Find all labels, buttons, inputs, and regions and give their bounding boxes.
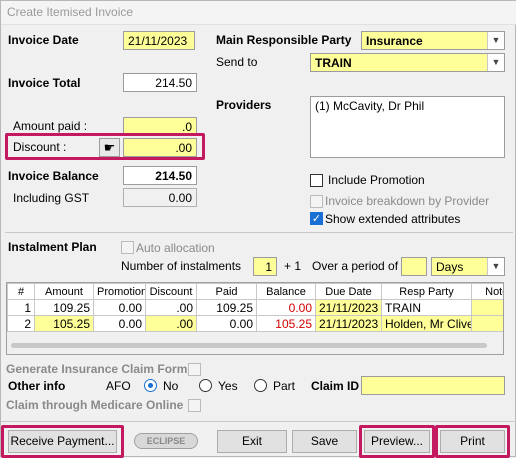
num-instalments-field[interactable]: 1 <box>253 257 277 276</box>
table-row[interactable]: 1 109.25 0.00 .00 109.25 0.00 21/11/2023… <box>7 299 503 316</box>
gen-claim-label: Generate Insurance Claim Form <box>6 362 188 376</box>
cell[interactable]: .00 <box>145 299 197 316</box>
col-header[interactable]: Promotion <box>93 283 146 300</box>
cell[interactable]: TRAIN <box>381 299 472 316</box>
amount-paid-label: Amount paid : <box>13 119 88 133</box>
plus-one-label: + 1 <box>284 259 302 273</box>
cell[interactable]: 109.25 <box>196 299 257 316</box>
chevron-down-icon[interactable]: ▼ <box>487 258 504 275</box>
period-label: Over a period of <box>312 259 399 273</box>
other-info-label: Other info <box>8 379 66 393</box>
col-header[interactable]: # <box>7 283 35 300</box>
exit-button[interactable]: Exit <box>217 430 287 453</box>
cell[interactable]: 105.25 <box>34 315 94 332</box>
instalment-plan-title: Instalment Plan <box>8 240 97 254</box>
invoice-breakdown-label: Invoice breakdown by Provider <box>325 194 490 208</box>
medicare-checkbox[interactable] <box>188 399 201 412</box>
invoice-total-field[interactable]: 214.50 <box>123 73 197 92</box>
window-title: Create Itemised Invoice <box>1 1 516 25</box>
discount-label: Discount : <box>13 140 67 154</box>
afo-yes-radio[interactable] <box>199 379 212 392</box>
period-field[interactable] <box>401 257 427 276</box>
period-unit-select[interactable]: Days ▼ <box>431 257 505 276</box>
cell[interactable]: Holden, Mr Clive <box>381 315 472 332</box>
afo-part-label: Part <box>273 379 296 393</box>
cell[interactable]: 105.25 <box>256 315 316 332</box>
instalment-table: # Amount Promotion Discount Paid Balance… <box>7 283 503 332</box>
cell[interactable]: 1 <box>7 299 35 316</box>
providers-label: Providers <box>216 98 272 112</box>
afo-label: AFO <box>106 379 131 393</box>
col-header[interactable]: Resp Party <box>381 283 472 300</box>
cell[interactable]: 0.00 <box>256 299 316 316</box>
table-row[interactable]: 2 105.25 0.00 .00 0.00 105.25 21/11/2023… <box>7 315 503 332</box>
show-extended-checkbox[interactable]: ✓ <box>310 212 323 225</box>
including-gst-label: Including GST <box>13 191 90 205</box>
chevron-down-icon[interactable]: ▼ <box>487 54 504 71</box>
receive-payment-button[interactable]: Receive Payment... <box>8 430 117 453</box>
eclipse-logo: ECLIPSE <box>134 433 198 449</box>
chevron-down-icon[interactable]: ▼ <box>487 32 504 49</box>
col-header[interactable]: Discount <box>145 283 197 300</box>
invoice-balance-field[interactable]: 214.50 <box>123 166 197 185</box>
afo-yes-label: Yes <box>218 379 238 393</box>
main-party-value: Insurance <box>366 34 423 48</box>
horizontal-scrollbar[interactable] <box>11 343 487 348</box>
send-to-label: Send to <box>216 55 258 69</box>
cell[interactable]: 21/11/2023 <box>315 299 382 316</box>
invoice-date-field[interactable]: 21/11/2023 <box>123 31 195 50</box>
afo-no-label: No <box>163 379 179 393</box>
afo-no-radio[interactable] <box>144 379 157 392</box>
invoice-date-label: Invoice Date <box>8 33 79 47</box>
instalment-grid[interactable]: # Amount Promotion Discount Paid Balance… <box>6 282 504 355</box>
invoice-balance-label: Invoice Balance <box>8 169 99 183</box>
main-party-select[interactable]: Insurance ▼ <box>361 31 505 50</box>
cell[interactable]: 0.00 <box>93 315 146 332</box>
preview-button[interactable]: Preview... <box>364 430 430 453</box>
claim-id-field[interactable] <box>361 376 505 395</box>
gen-claim-checkbox[interactable] <box>188 363 201 376</box>
divider <box>5 232 513 233</box>
num-instalments-label: Number of instalments <box>121 259 242 273</box>
create-invoice-window: Create Itemised Invoice Invoice Date 21/… <box>0 0 516 458</box>
auto-allocation-checkbox[interactable] <box>121 241 134 254</box>
cell[interactable]: 0.00 <box>196 315 257 332</box>
col-header[interactable]: Amount <box>34 283 94 300</box>
period-unit-value: Days <box>436 260 464 274</box>
include-promotion-label: Include Promotion <box>328 173 425 187</box>
main-party-label: Main Responsible Party <box>216 33 352 47</box>
col-header[interactable]: Notes <box>471 283 503 300</box>
save-button[interactable]: Save <box>292 430 357 453</box>
auto-allocation-label: Auto allocation <box>136 241 215 255</box>
including-gst-field: 0.00 <box>123 188 197 207</box>
col-header[interactable]: Balance <box>256 283 316 300</box>
cell[interactable]: 2 <box>7 315 35 332</box>
claim-id-label: Claim ID <box>311 379 360 393</box>
cell[interactable] <box>471 315 503 332</box>
cell[interactable]: 109.25 <box>34 299 94 316</box>
invoice-breakdown-checkbox[interactable] <box>310 195 323 208</box>
cell[interactable] <box>471 299 503 316</box>
table-header-row: # Amount Promotion Discount Paid Balance… <box>7 283 503 300</box>
send-to-select[interactable]: TRAIN ▼ <box>310 53 505 72</box>
discount-field[interactable]: .00 <box>123 138 197 157</box>
providers-list[interactable]: (1) McCavity, Dr Phil <box>310 96 505 158</box>
col-header[interactable]: Paid <box>196 283 257 300</box>
col-header[interactable]: Due Date <box>315 283 382 300</box>
cell[interactable]: 0.00 <box>93 299 146 316</box>
cell[interactable]: 21/11/2023 <box>315 315 382 332</box>
medicare-label: Claim through Medicare Online <box>6 398 184 412</box>
show-extended-label: Show extended attributes <box>325 212 461 226</box>
cell[interactable]: .00 <box>145 315 197 332</box>
afo-part-radio[interactable] <box>254 379 267 392</box>
divider <box>1 421 516 422</box>
hand-pointer-icon[interactable]: ☛ <box>99 138 120 157</box>
include-promotion-checkbox[interactable] <box>310 174 323 187</box>
send-to-value: TRAIN <box>315 56 352 70</box>
invoice-total-label: Invoice Total <box>8 76 81 90</box>
print-button[interactable]: Print <box>440 430 505 453</box>
